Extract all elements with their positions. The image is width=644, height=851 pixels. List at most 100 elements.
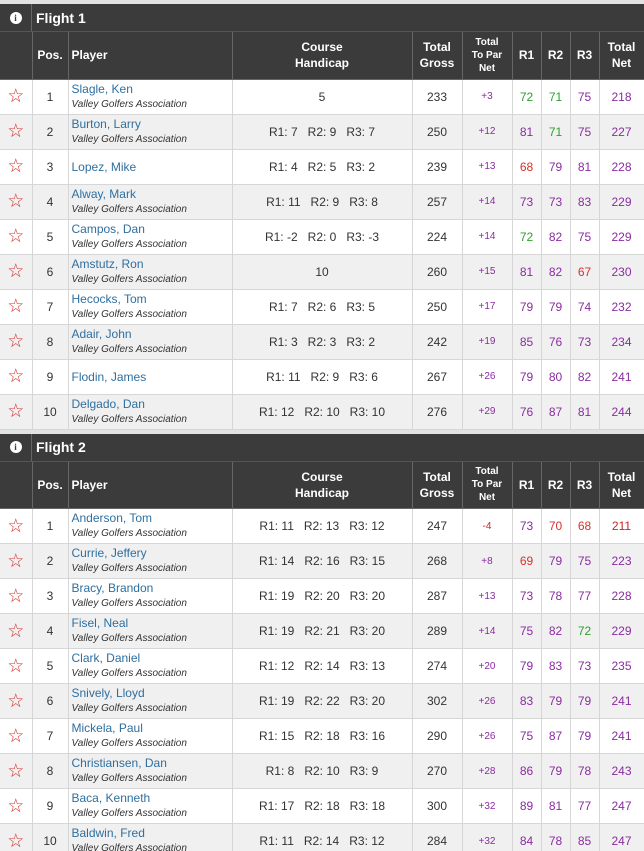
round-1-score: 73 [512, 508, 542, 544]
favorite-star-icon[interactable]: ☆ [0, 114, 33, 150]
table-row[interactable]: ☆ 7 Hecocks, Tom Valley Golfers Association… [0, 289, 644, 325]
favorite-star-icon[interactable]: ☆ [0, 219, 33, 255]
table-row[interactable]: ☆ 10 Delgado, Dan Valley Golfers Associatio… [0, 394, 644, 430]
col-course-handicap[interactable]: Course Handicap [232, 461, 413, 509]
player-cell: Campos, Dan Valley Golfers Association [68, 219, 233, 255]
table-row[interactable]: ☆ 7 Mickela, Paul Valley Golfers Associatio… [0, 718, 644, 754]
round-2-score: 71 [541, 79, 571, 115]
col-to-par-line1: Total [475, 36, 499, 48]
player-name-link[interactable]: Mickela, Paul [72, 720, 232, 736]
table-row[interactable]: ☆ 2 Currie, Jeffery Valley Golfers Associat… [0, 543, 644, 579]
player-name-link[interactable]: Slagle, Ken [72, 81, 232, 97]
table-row[interactable]: ☆ 4 Fisel, Neal Valley Golfers Association R… [0, 613, 644, 649]
col-r1[interactable]: R1 [512, 461, 542, 509]
round-1-score: 81 [512, 114, 542, 150]
player-name-link[interactable]: Lopez, Mike [72, 159, 232, 175]
player-name-link[interactable]: Burton, Larry [72, 116, 232, 132]
favorite-star-icon[interactable]: ☆ [0, 648, 33, 684]
info-button[interactable]: i [0, 433, 32, 461]
col-total-net[interactable]: Total Net [599, 32, 644, 80]
col-total-net-line2: Net [611, 485, 632, 500]
col-r1[interactable]: R1 [512, 32, 542, 80]
favorite-star-icon[interactable]: ☆ [0, 184, 33, 220]
table-row[interactable]: ☆ 3 Bracy, Brandon Valley Golfers Associati… [0, 578, 644, 614]
favorite-star-icon[interactable]: ☆ [0, 683, 33, 719]
table-row[interactable]: ☆ 6 Snively, Lloyd Valley Golfers Associati… [0, 683, 644, 719]
player-name-link[interactable]: Christiansen, Dan [72, 755, 232, 771]
col-total-to-par-net[interactable]: Total To Par Net [462, 461, 513, 509]
col-course-handicap-line1: Course [301, 469, 343, 484]
player-name-link[interactable]: Campos, Dan [72, 221, 232, 237]
col-total-gross[interactable]: Total Gross [412, 461, 463, 509]
favorite-star-icon[interactable]: ☆ [0, 578, 33, 614]
round-3-score: 75 [570, 79, 600, 115]
favorite-star-icon[interactable]: ☆ [0, 788, 33, 824]
table-row[interactable]: ☆ 5 Campos, Dan Valley Golfers Association R… [0, 219, 644, 255]
favorite-star-icon[interactable]: ☆ [0, 753, 33, 789]
player-name-link[interactable]: Baldwin, Fred [72, 825, 232, 841]
player-association: Valley Golfers Association [71, 808, 187, 819]
col-course-handicap[interactable]: Course Handicap [232, 32, 413, 80]
col-total-to-par-net[interactable]: Total To Par Net [462, 32, 513, 80]
col-pos[interactable]: Pos. [32, 32, 69, 80]
favorite-star-icon[interactable]: ☆ [0, 149, 33, 185]
player-name-link[interactable]: Adair, John [72, 326, 232, 342]
col-to-par-line3: Net [478, 62, 496, 74]
favorite-star-icon[interactable]: ☆ [0, 543, 33, 579]
col-r2[interactable]: R2 [541, 461, 571, 509]
player-name-link[interactable]: Bracy, Brandon [72, 580, 232, 596]
handicap-round-2: R2: 6 [307, 299, 337, 314]
handicap-round-1: R1: 7 [268, 124, 298, 139]
favorite-star-icon[interactable]: ☆ [0, 359, 33, 395]
player-name-link[interactable]: Amstutz, Ron [72, 256, 232, 272]
col-r2[interactable]: R2 [541, 32, 571, 80]
favorite-star-icon[interactable]: ☆ [0, 823, 33, 851]
table-row[interactable]: ☆ 1 Anderson, Tom Valley Golfers Associatio… [0, 508, 644, 544]
player-name-link[interactable]: Delgado, Dan [72, 396, 232, 412]
table-row[interactable]: ☆ 5 Clark, Daniel Valley Golfers Associatio… [0, 648, 644, 684]
table-row[interactable]: ☆ 3 Lopez, Mike R1: 4 R2: 5 R3: 2 239 +13 68 79 81… [0, 149, 644, 185]
player-name-link[interactable]: Flodin, James [72, 369, 232, 385]
table-row[interactable]: ☆ 8 Adair, John Valley Golfers Association R… [0, 324, 644, 360]
player-name-link[interactable]: Snively, Lloyd [72, 685, 232, 701]
favorite-star-icon[interactable]: ☆ [0, 79, 33, 115]
table-row[interactable]: ☆ 4 Alway, Mark Valley Golfers Association R… [0, 184, 644, 220]
table-row[interactable]: ☆ 6 Amstutz, Ron Valley Golfers Association… [0, 254, 644, 290]
course-handicap: R1: 17 R2: 18 R3: 18 [232, 788, 413, 824]
player-name-link[interactable]: Clark, Daniel [72, 650, 232, 666]
favorite-star-icon[interactable]: ☆ [0, 254, 33, 290]
col-player[interactable]: Player [68, 461, 233, 509]
col-player[interactable]: Player [68, 32, 233, 80]
favorite-star-icon[interactable]: ☆ [0, 718, 33, 754]
favorite-star-icon[interactable]: ☆ [0, 613, 33, 649]
total-to-par-net: +12 [462, 114, 513, 150]
handicap-round-1: R1: 12 [258, 659, 295, 673]
player-cell: Hecocks, Tom Valley Golfers Association [68, 289, 233, 325]
table-row[interactable]: ☆ 10 Baldwin, Fred Valley Golfers Associati… [0, 823, 644, 851]
table-row[interactable]: ☆ 1 Slagle, Ken Valley Golfers Association 5… [0, 79, 644, 115]
favorite-star-icon[interactable]: ☆ [0, 394, 33, 430]
favorite-star-icon[interactable]: ☆ [0, 289, 33, 325]
round-3-score: 79 [570, 718, 600, 754]
info-button[interactable]: i [0, 4, 32, 31]
player-name-link[interactable]: Baca, Kenneth [72, 790, 232, 806]
col-r3[interactable]: R3 [570, 32, 600, 80]
favorite-star-icon[interactable]: ☆ [0, 324, 33, 360]
total-gross: 267 [412, 359, 463, 395]
table-row[interactable]: ☆ 2 Burton, Larry Valley Golfers Associatio… [0, 114, 644, 150]
handicap-round-1: R1: 11 [266, 369, 301, 384]
col-r3[interactable]: R3 [570, 461, 600, 509]
player-name-link[interactable]: Alway, Mark [72, 186, 232, 202]
favorite-star-icon[interactable]: ☆ [0, 508, 33, 544]
handicap-round-2: R2: 18 [304, 799, 340, 813]
col-pos[interactable]: Pos. [32, 461, 69, 509]
player-name-link[interactable]: Anderson, Tom [72, 510, 232, 526]
player-name-link[interactable]: Hecocks, Tom [72, 291, 232, 307]
table-row[interactable]: ☆ 9 Baca, Kenneth Valley Golfers Associatio… [0, 788, 644, 824]
col-total-net[interactable]: Total Net [599, 461, 644, 509]
player-name-link[interactable]: Currie, Jeffery [72, 545, 232, 561]
table-row[interactable]: ☆ 9 Flodin, James R1: 11 R2: 9 R3: 6 267 +26 79 8… [0, 359, 644, 395]
table-row[interactable]: ☆ 8 Christiansen, Dan Valley Golfers Associ… [0, 753, 644, 789]
col-total-gross[interactable]: Total Gross [412, 32, 463, 80]
player-name-link[interactable]: Fisel, Neal [72, 615, 232, 631]
